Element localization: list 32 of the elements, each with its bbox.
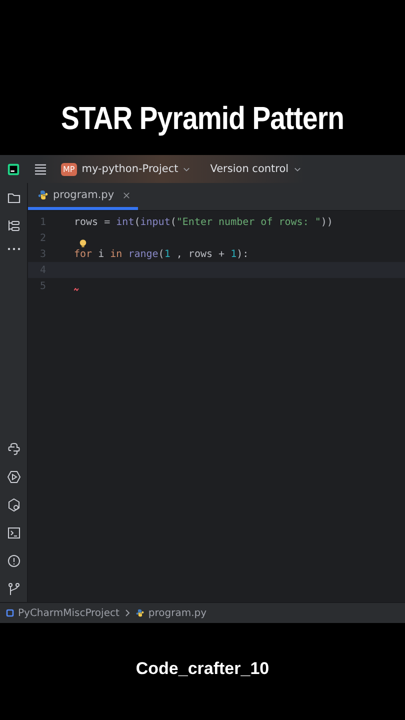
chevron-icon (294, 166, 301, 172)
app-logo-icon[interactable] (7, 162, 20, 176)
version-control-menu[interactable]: Version control (204, 163, 307, 175)
video-title: STAR Pyramid Pattern (61, 100, 344, 137)
tab-label: program.py (53, 189, 114, 201)
python-file-icon (136, 609, 144, 617)
project-name: my-python-Project (82, 163, 178, 175)
error-squiggle-icon (74, 288, 80, 290)
folder-icon[interactable] (6, 191, 20, 205)
code-line: rows = int(input("Enter number of rows: ")) (74, 216, 333, 228)
structure-icon[interactable] (6, 219, 20, 233)
terminal-icon[interactable] (6, 526, 20, 540)
project-badge: MP (61, 162, 77, 176)
more-icon[interactable] (6, 247, 20, 251)
run-icon[interactable] (6, 470, 20, 484)
problems-icon[interactable] (6, 554, 20, 568)
python-icon[interactable] (6, 442, 20, 456)
lightbulb-icon[interactable] (79, 238, 87, 248)
breadcrumb[interactable]: program.py (136, 608, 207, 618)
module-icon (6, 609, 14, 617)
chevron-icon (183, 166, 190, 172)
channel-credit: Code_crafter_10 (136, 658, 270, 678)
project-selector[interactable]: MP my-python-Project (55, 162, 196, 176)
breadcrumb[interactable]: PyCharmMiscProject (6, 608, 120, 618)
python-file-icon (38, 190, 48, 200)
git-icon[interactable] (6, 582, 20, 596)
version-control-label: Version control (210, 163, 289, 175)
code-line: for i in range(1 , rows + 1): (74, 248, 249, 260)
chevron-right-icon (125, 609, 130, 617)
close-icon[interactable] (123, 192, 130, 198)
menu-icon[interactable] (34, 164, 47, 174)
packages-icon[interactable] (6, 498, 20, 512)
